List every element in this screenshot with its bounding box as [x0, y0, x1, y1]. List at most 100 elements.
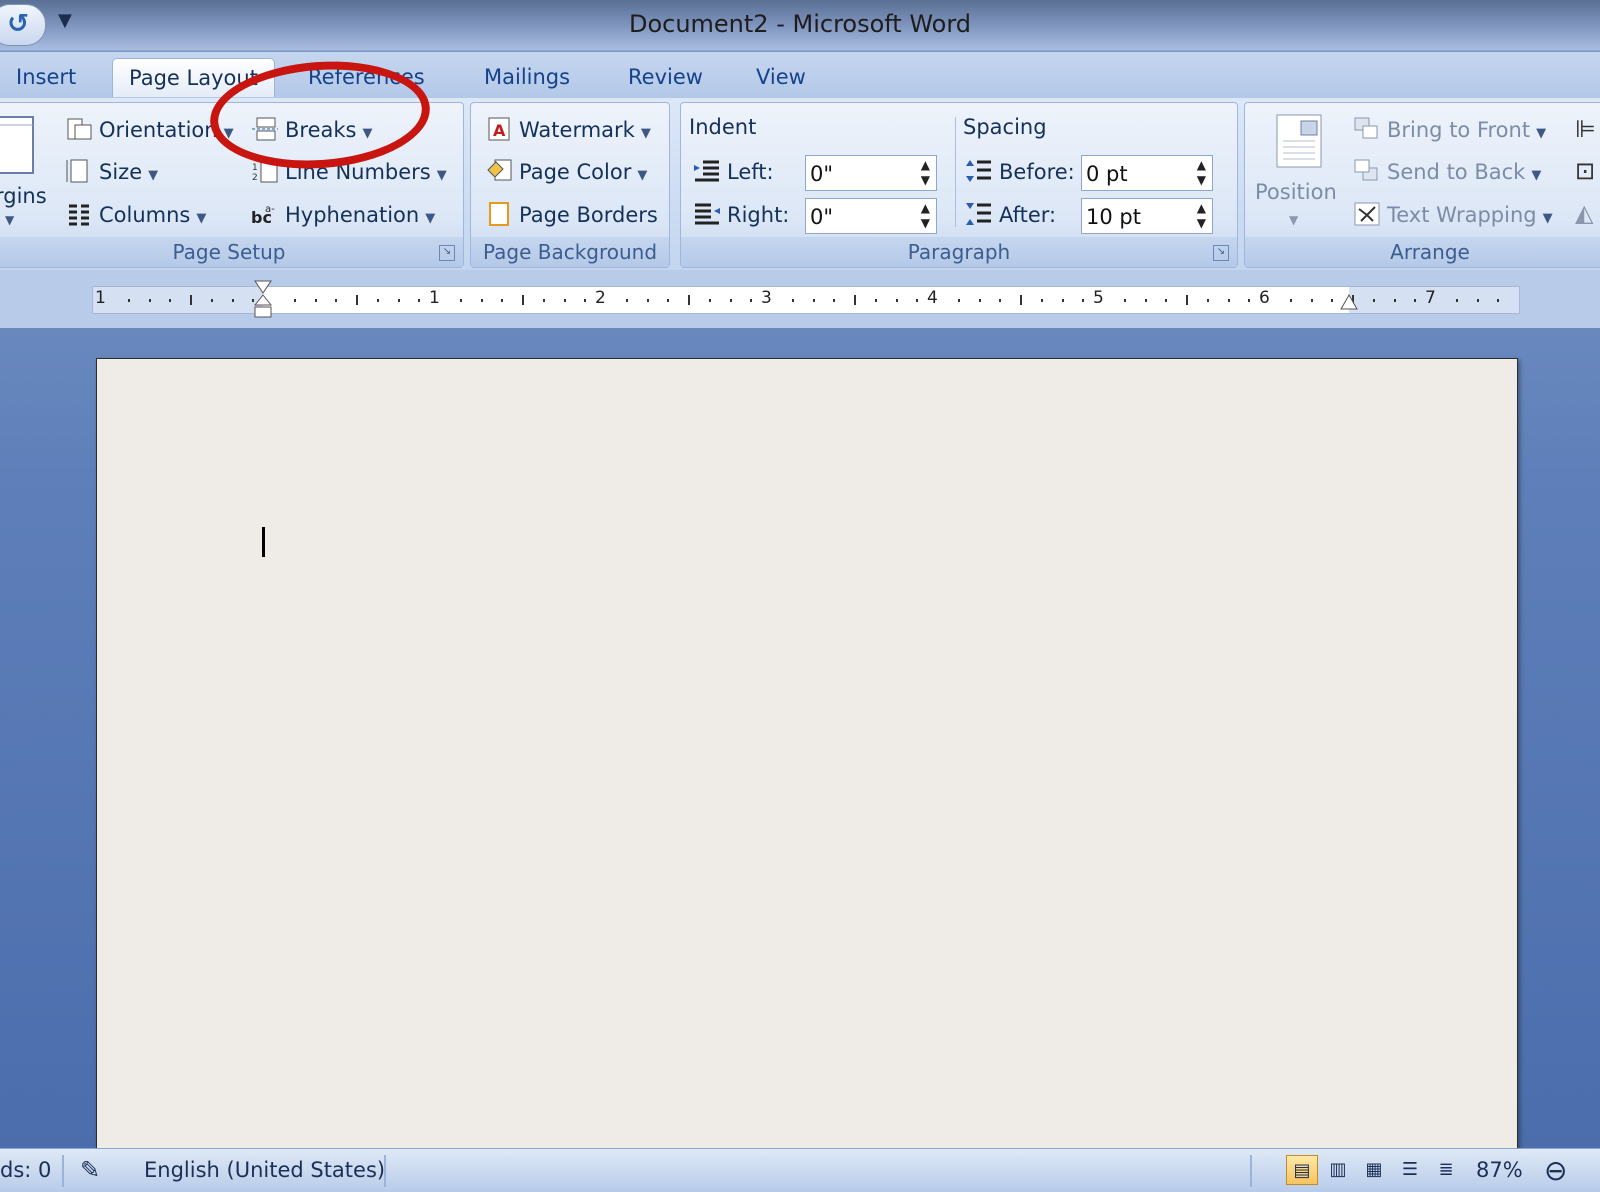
columns-button[interactable]: Columns ▼	[65, 198, 206, 232]
title-bar: ↺ ▼ Document2 - Microsoft Word	[0, 0, 1600, 51]
ruler-tick	[563, 299, 566, 302]
orientation-icon	[67, 118, 92, 140]
paragraph-divider	[955, 117, 956, 227]
ruler-tick	[1414, 299, 1417, 302]
ruler-number: 7	[1425, 288, 1436, 308]
chevron-down-icon: ▼	[640, 126, 651, 141]
ruler-left-margin	[93, 287, 263, 313]
ruler-tick	[1455, 299, 1458, 302]
ruler-tick	[542, 299, 545, 302]
page-setup-launcher-icon[interactable]: ↘	[439, 245, 455, 261]
ruler-tick	[1289, 299, 1292, 302]
proofing-icon[interactable]: ✎	[80, 1149, 100, 1192]
spacing-after-spinner-icon[interactable]: ▲ ▼	[1197, 201, 1206, 231]
ruler-tick	[874, 299, 877, 302]
indent-right-input[interactable]: 0" ▲ ▼	[805, 198, 937, 234]
paragraph-group: Indent Left: 0" ▲ ▼ Right: 0" ▲ ▼ Spacing …	[680, 102, 1238, 268]
ruler-tick	[978, 299, 981, 302]
hyphenation-button[interactable]: bc a- Hyphenation ▼	[251, 198, 435, 232]
full-screen-reading-icon[interactable]: ▥	[1322, 1155, 1354, 1185]
zoom-out-icon[interactable]: ⊖	[1544, 1149, 1567, 1192]
indent-right-spinner-icon[interactable]: ▲ ▼	[921, 201, 930, 231]
document-page[interactable]	[96, 358, 1518, 1150]
text-wrapping-label: Text Wrapping	[1387, 203, 1537, 227]
ruler-number: 1	[95, 288, 106, 308]
right-indent-marker-icon[interactable]	[1339, 293, 1359, 313]
position-button[interactable]: Position ▼	[1253, 109, 1343, 231]
left-indent-marker-icon[interactable]	[253, 279, 273, 321]
columns-icon	[69, 204, 89, 226]
spacing-after-icon	[966, 203, 991, 225]
ruler-tick	[314, 299, 317, 302]
page-borders-button[interactable]: Page Borders	[485, 198, 658, 232]
watermark-button[interactable]: A Watermark ▼	[485, 113, 651, 147]
group-icon[interactable]: ⊡	[1575, 157, 1595, 185]
tab-review[interactable]: Review	[612, 58, 719, 96]
spacing-title: Spacing	[963, 115, 1047, 139]
spacing-after-input[interactable]: 10 pt ▲ ▼	[1081, 198, 1213, 234]
print-layout-icon[interactable]: ▤	[1286, 1155, 1318, 1185]
ruler-tick	[646, 299, 649, 302]
status-divider	[384, 1155, 386, 1187]
bring-to-front-icon	[1354, 117, 1378, 139]
ruler-tick	[1061, 299, 1064, 302]
orientation-button[interactable]: Orientation ▼	[65, 113, 234, 147]
horizontal-ruler[interactable]: 1 1 2 3 4 5 6 7	[92, 280, 1520, 318]
language-status[interactable]: English (United States)	[144, 1149, 385, 1192]
page-color-button[interactable]: Page Color ▼	[485, 155, 647, 189]
bring-to-front-button[interactable]: Bring to Front ▼	[1353, 113, 1546, 147]
chevron-down-icon: ▼	[196, 211, 207, 226]
size-button[interactable]: Size ▼	[65, 155, 158, 189]
tab-mailings[interactable]: Mailings	[468, 58, 586, 96]
ruler-tick	[1248, 299, 1251, 302]
ruler-number: 4	[927, 288, 938, 308]
ruler-tick	[231, 299, 234, 302]
text-wrapping-icon	[1354, 202, 1380, 226]
text-wrapping-button[interactable]: Text Wrapping ▼	[1353, 198, 1553, 232]
spacing-before-input[interactable]: 0 pt ▲ ▼	[1081, 155, 1213, 191]
ruler-tick	[584, 299, 587, 302]
send-to-back-button[interactable]: Send to Back ▼	[1353, 155, 1541, 189]
arrange-label: Arrange	[1245, 237, 1600, 267]
indent-left-input[interactable]: 0" ▲ ▼	[805, 155, 937, 191]
status-divider	[1250, 1155, 1252, 1187]
window-title: Document2 - Microsoft Word	[628, 10, 972, 38]
paragraph-launcher-icon[interactable]: ↘	[1213, 245, 1229, 261]
indent-left-icon	[694, 160, 719, 182]
page-color-label: Page Color	[519, 160, 632, 184]
outline-icon[interactable]: ☰	[1394, 1155, 1426, 1185]
chevron-down-icon: ▼	[436, 168, 447, 183]
align-icon[interactable]: ⊫	[1575, 115, 1596, 143]
ruler-tick	[1123, 299, 1126, 302]
ruler-tick	[999, 299, 1002, 302]
ruler-tick	[791, 299, 794, 302]
zoom-level[interactable]: 87%	[1476, 1149, 1523, 1192]
ruler-tick	[1144, 299, 1147, 302]
rotate-icon[interactable]: ◭	[1575, 199, 1593, 227]
tab-view[interactable]: View	[740, 58, 822, 96]
indent-left-spinner-icon[interactable]: ▲ ▼	[921, 158, 930, 188]
ruler-tick	[190, 295, 192, 305]
ruler-tick	[708, 299, 711, 302]
svg-text:2: 2	[252, 173, 258, 183]
ruler-tick	[750, 299, 753, 302]
spacing-before-icon	[966, 160, 991, 182]
web-layout-icon[interactable]: ▦	[1358, 1155, 1390, 1185]
ruler-tick	[459, 299, 462, 302]
spacing-before-label: Before:	[965, 155, 1075, 189]
ruler-tick	[293, 299, 296, 302]
ruler-tick	[210, 299, 213, 302]
ruler-tick	[418, 299, 421, 302]
spacing-before-spinner-icon[interactable]: ▲ ▼	[1197, 158, 1206, 188]
tab-insert[interactable]: Insert	[0, 58, 92, 96]
ruler-tick	[854, 295, 856, 305]
margins-button[interactable]: rgins ▼	[0, 111, 47, 231]
word-count[interactable]: ds: 0	[0, 1149, 51, 1192]
indent-left-label: Left:	[693, 155, 774, 189]
ruler-number: 3	[761, 288, 772, 308]
draft-icon[interactable]: ≣	[1430, 1155, 1462, 1185]
ruler-number: 5	[1093, 288, 1104, 308]
ruler-number: 2	[595, 288, 606, 308]
ruler-tick	[667, 299, 670, 302]
ruler-tick	[1331, 299, 1334, 302]
